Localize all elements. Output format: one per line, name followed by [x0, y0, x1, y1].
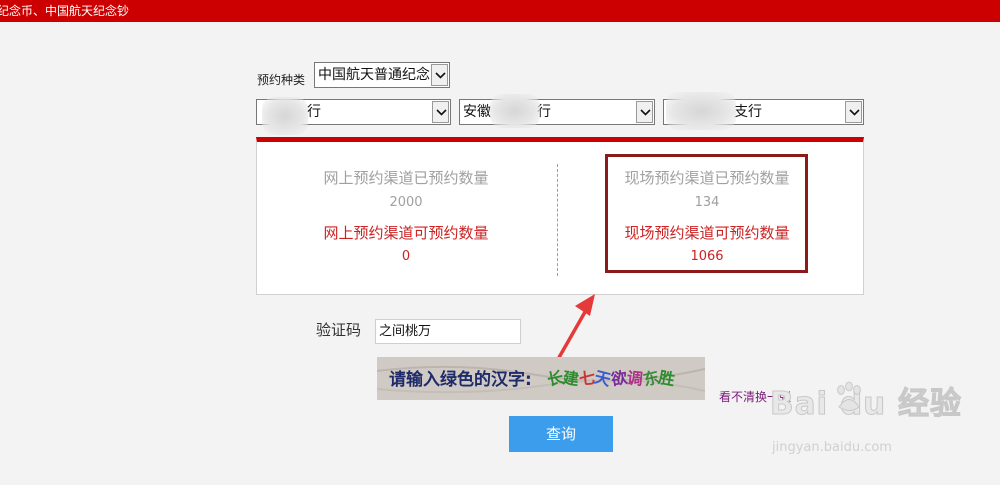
reservation-type-label: 预约种类 [257, 73, 306, 87]
captcha-image: 请输入绿色的汉字: 长建七天欲调东胜 [377, 357, 705, 400]
query-button[interactable]: 查询 [509, 416, 613, 452]
top-banner: 纪念币、中国航天纪念钞 [0, 0, 1000, 22]
online-available-label: 网上预约渠道可预约数量 [323, 224, 489, 242]
watermark-brand: Bai du 经验 [769, 386, 963, 423]
baidu-jingyan-watermark: Bai du 经验 jingyan.baidu.com [769, 378, 963, 455]
banner-title: 纪念币、中国航天纪念钞 [0, 4, 130, 18]
chevron-down-icon [636, 101, 653, 123]
onsite-available-label: 现场预约渠道可预约数量 [624, 224, 790, 242]
onsite-available-value: 1066 [690, 249, 724, 264]
province-bank-value: 行 [307, 104, 321, 120]
captcha-label: 验证码 [316, 321, 362, 339]
column-divider [557, 164, 558, 276]
onsite-reserved-value: 134 [694, 195, 720, 210]
privacy-blur [490, 94, 540, 128]
online-reserved-label: 网上预约渠道已预约数量 [323, 169, 489, 187]
onsite-reserved-label: 现场预约渠道已预约数量 [624, 169, 790, 187]
branch-bank-value: 支行 [734, 104, 762, 120]
reservation-type-value: 中国航天普通纪念 [318, 67, 430, 83]
captcha-char: 胜 [657, 367, 677, 390]
privacy-blur [262, 97, 308, 135]
chevron-down-icon [845, 101, 862, 123]
city-bank-value: 安徽 [463, 104, 491, 120]
captcha-prompt: 请输入绿色的汉字: [389, 370, 532, 390]
baidu-paw-logo [837, 381, 861, 411]
online-available-value: 0 [401, 249, 411, 264]
city-bank-select[interactable]: 安徽 行 [459, 99, 655, 125]
watermark-url: jingyan.baidu.com [772, 440, 892, 455]
reservation-stats-panel: 网上预约渠道已预约数量 2000 网上预约渠道可预约数量 0 现场预约渠道已预约… [256, 137, 864, 295]
captcha-input[interactable]: 之间桃万 [375, 319, 521, 344]
reservation-type-select[interactable]: 中国航天普通纪念 [314, 62, 450, 88]
chevron-down-icon [431, 64, 448, 86]
privacy-blur [666, 92, 736, 130]
chevron-down-icon [432, 101, 449, 123]
online-reserved-value: 2000 [389, 195, 423, 210]
captcha-chars: 长建七天欲调东胜 [546, 365, 677, 390]
